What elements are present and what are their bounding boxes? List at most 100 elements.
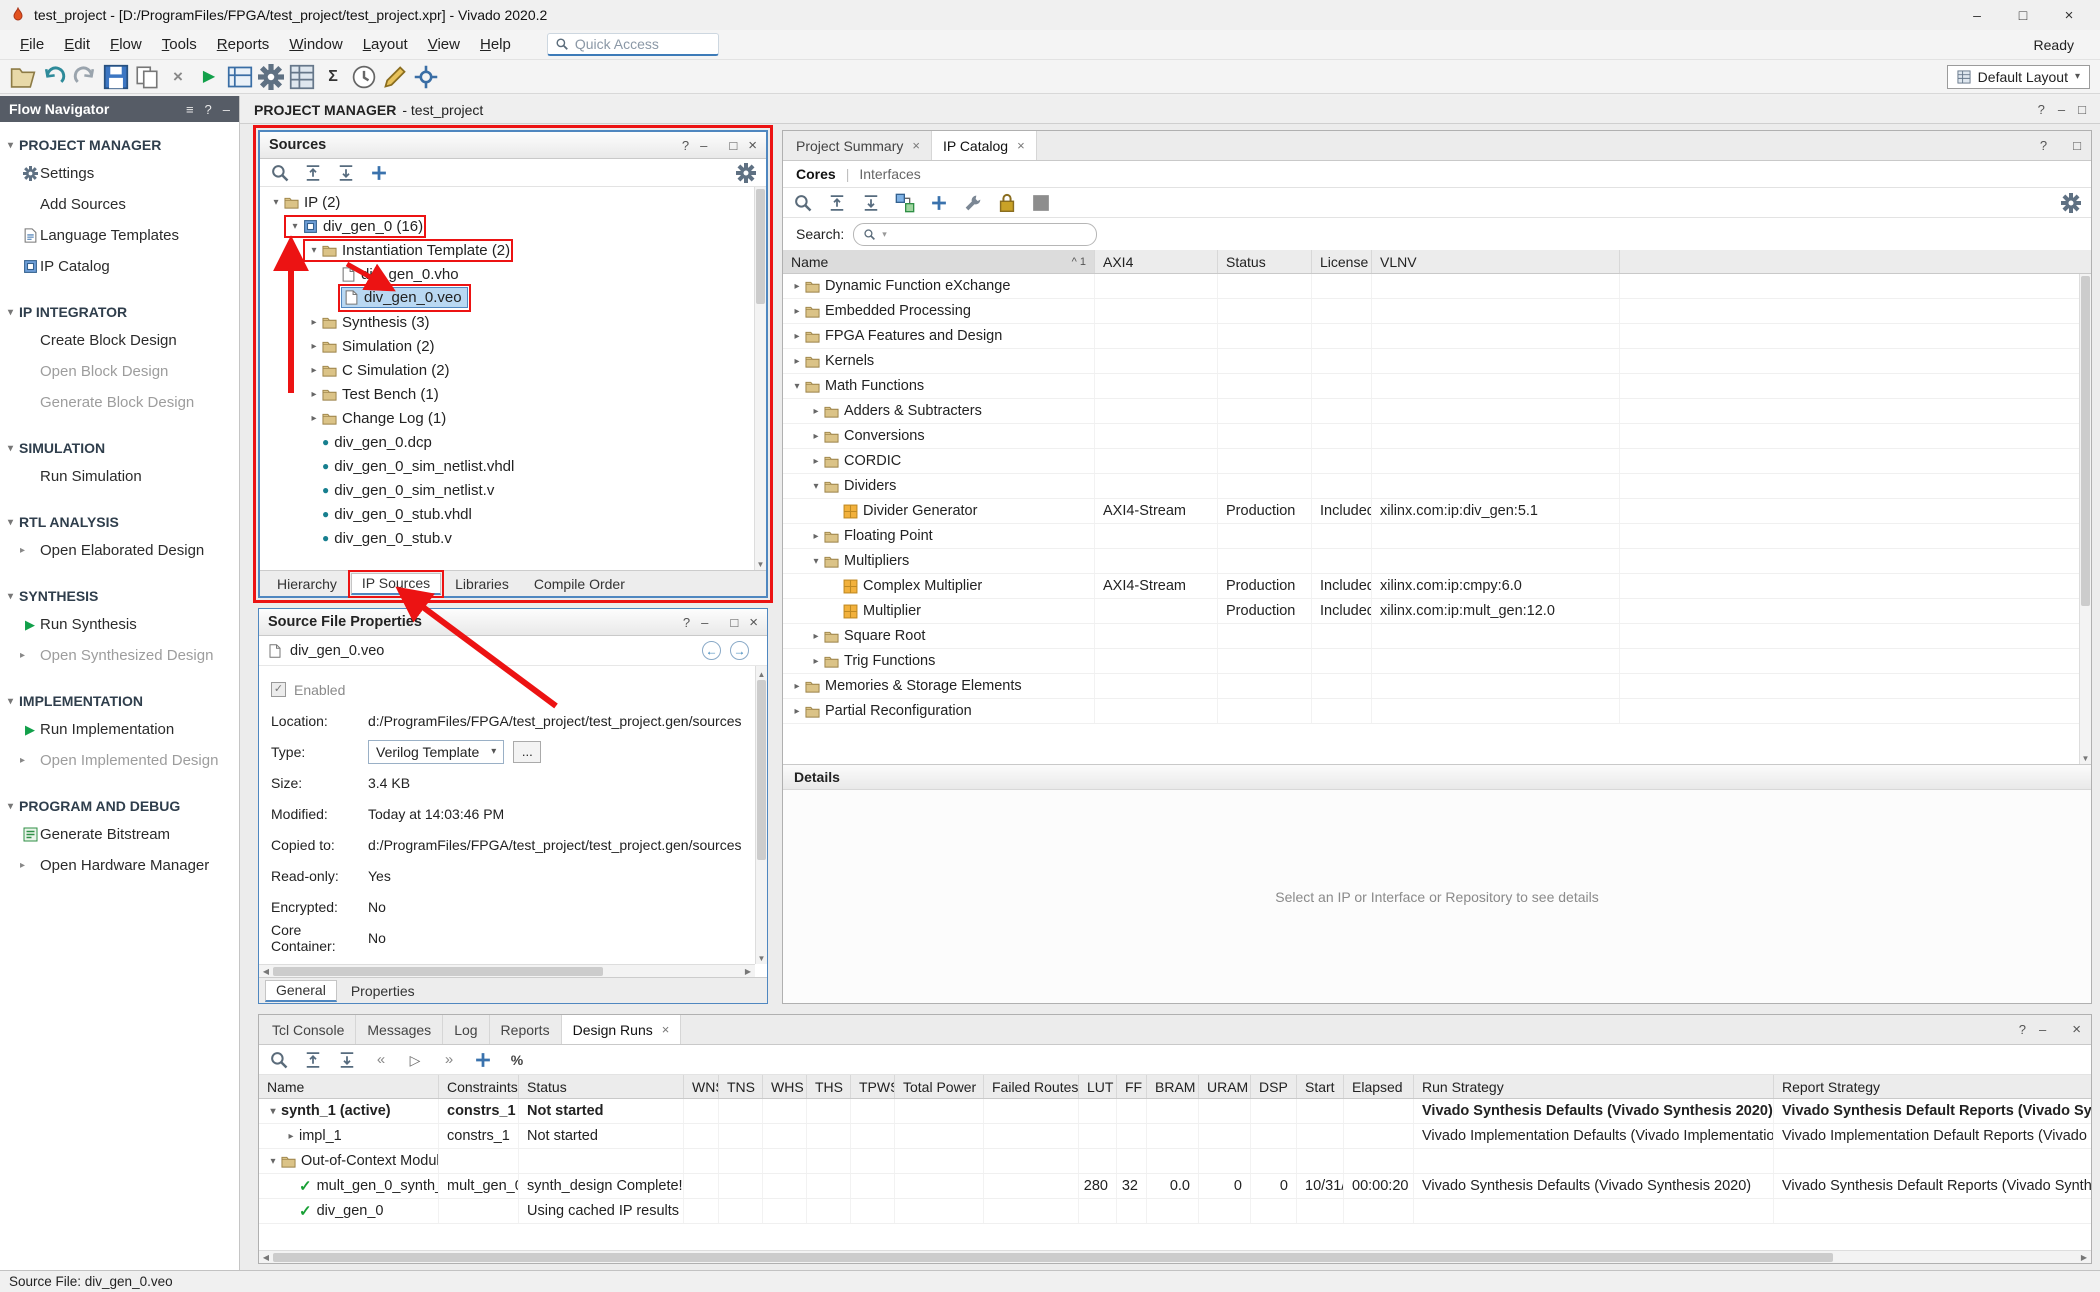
- column-header-bram[interactable]: BRAM: [1147, 1075, 1199, 1098]
- column-header-uram[interactable]: URAM: [1199, 1075, 1251, 1098]
- toolbar-close-x-button[interactable]: ×: [165, 64, 191, 90]
- column-header-tns[interactable]: TNS: [719, 1075, 763, 1098]
- ip-catalog-row-kernels[interactable]: ▸Kernels: [783, 349, 2091, 374]
- expander-open-icon[interactable]: ▾: [287, 221, 303, 232]
- maximize-icon[interactable]: □: [2078, 103, 2086, 116]
- flow-item-create-block-design[interactable]: Create Block Design: [0, 325, 239, 356]
- expander-closed-icon[interactable]: ▸: [789, 681, 805, 692]
- gear-icon[interactable]: [736, 163, 756, 183]
- expand-all-icon[interactable]: [337, 1050, 357, 1070]
- tree-row-div-gen-0[interactable]: ▾div_gen_0 (16): [260, 214, 766, 238]
- toolbar-clock-button[interactable]: [351, 64, 377, 90]
- ip-catalog-row-partial-reconfiguration[interactable]: ▸Partial Reconfiguration: [783, 699, 2091, 724]
- plus-icon[interactable]: [473, 1050, 493, 1070]
- column-header-tpws[interactable]: TPWS: [851, 1075, 895, 1098]
- selected-tree-item[interactable]: div_gen_0.veo: [341, 287, 468, 308]
- tree-row-div-gen-0-dcp[interactable]: ●div_gen_0.dcp: [260, 430, 766, 454]
- properties-tab-general[interactable]: General: [265, 980, 337, 1002]
- flow-section-header[interactable]: ▾PROGRAM AND DEBUG: [0, 793, 239, 819]
- close-icon[interactable]: ×: [912, 138, 920, 153]
- scroll-right-icon[interactable]: ▶: [743, 967, 753, 976]
- close-icon[interactable]: ×: [749, 615, 758, 630]
- toolbar-copy-button[interactable]: [134, 64, 160, 90]
- expander-open-icon[interactable]: ▾: [268, 197, 284, 208]
- scrollbar-thumb[interactable]: [273, 967, 603, 976]
- ip-catalog-row-multiplier[interactable]: MultiplierProductionIncludedxilinx.com:i…: [783, 599, 2091, 624]
- scroll-right-icon[interactable]: ▶: [2079, 1253, 2089, 1262]
- flow-item-settings[interactable]: Settings: [0, 158, 239, 189]
- minimize-icon[interactable]: –: [700, 138, 707, 153]
- subtab-interfaces[interactable]: Interfaces: [859, 166, 920, 182]
- collapse-all-icon[interactable]: [827, 193, 847, 213]
- design-run-row-mult-gen-0-synth-1[interactable]: ✓mult_gen_0_synth_1mult_gen_0synth_desig…: [259, 1174, 2091, 1199]
- column-header-status[interactable]: Status: [519, 1075, 684, 1098]
- window-close-button[interactable]: ×: [2048, 3, 2090, 27]
- flow-item-run-synthesis[interactable]: ▶Run Synthesis: [0, 609, 239, 640]
- help-icon[interactable]: ?: [2038, 103, 2045, 116]
- column-header-failed-routes[interactable]: Failed Routes: [984, 1075, 1079, 1098]
- tree-row-div-gen-0-stub-v[interactable]: ●div_gen_0_stub.v: [260, 526, 766, 550]
- search-icon[interactable]: [793, 193, 813, 213]
- ip-catalog-row-cordic[interactable]: ▸CORDIC: [783, 449, 2091, 474]
- scroll-down-icon[interactable]: ▼: [756, 951, 767, 963]
- tree-row-div-gen-0-sim-netlist-v[interactable]: ●div_gen_0_sim_netlist.v: [260, 478, 766, 502]
- expander-closed-icon[interactable]: ▸: [306, 413, 322, 424]
- tree-row-div-gen-0-veo[interactable]: div_gen_0.veo: [260, 286, 766, 310]
- help-icon[interactable]: ?: [2040, 139, 2047, 152]
- column-header-ff[interactable]: FF: [1117, 1075, 1147, 1098]
- expander-open-icon[interactable]: ▾: [789, 381, 805, 392]
- scroll-down-icon[interactable]: ▼: [755, 557, 766, 569]
- ip-catalog-row-square-root[interactable]: ▸Square Root: [783, 624, 2091, 649]
- browse-button[interactable]: ...: [513, 741, 541, 763]
- expander-open-icon[interactable]: ▾: [265, 1156, 281, 1167]
- sources-tab-libraries[interactable]: Libraries: [444, 573, 520, 595]
- flow-section-header[interactable]: ▾SYNTHESIS: [0, 583, 239, 609]
- collapse-all-icon[interactable]: [303, 1050, 323, 1070]
- ip-catalog-row-complex-multiplier[interactable]: Complex MultiplierAXI4-StreamProductionI…: [783, 574, 2091, 599]
- play-outline-icon[interactable]: ▷: [405, 1050, 425, 1070]
- scrollbar-thumb[interactable]: [757, 680, 766, 860]
- tree-row-instantiation-template[interactable]: ▾Instantiation Template (2): [260, 238, 766, 262]
- menu-edit[interactable]: Edit: [54, 33, 100, 56]
- console-tab-messages[interactable]: Messages: [356, 1015, 443, 1044]
- close-icon[interactable]: ×: [1017, 138, 1025, 153]
- plus-icon[interactable]: [929, 193, 949, 213]
- column-header-ths[interactable]: THS: [807, 1075, 851, 1098]
- lock-icon[interactable]: [997, 193, 1017, 213]
- horizontal-scrollbar[interactable]: ◀ ▶: [259, 1250, 2091, 1263]
- search-icon[interactable]: [270, 163, 290, 183]
- close-icon[interactable]: ×: [748, 138, 757, 153]
- properties-tab-properties[interactable]: Properties: [340, 980, 426, 1002]
- expander-open-icon[interactable]: ▾: [808, 481, 824, 492]
- toolbar-pencil-button[interactable]: [382, 64, 408, 90]
- tree-row-div-gen-0-vho[interactable]: div_gen_0.vho: [260, 262, 766, 286]
- toolbar-run-button[interactable]: ▶: [196, 64, 222, 90]
- window-maximize-button[interactable]: □: [2002, 3, 2044, 27]
- layout-select[interactable]: Default Layout ▾: [1947, 65, 2090, 89]
- expander-closed-icon[interactable]: ▸: [808, 431, 824, 442]
- expander-closed-icon[interactable]: ▸: [808, 631, 824, 642]
- document-tab-project-summary[interactable]: Project Summary×: [785, 131, 932, 160]
- ip-catalog-row-conversions[interactable]: ▸Conversions: [783, 424, 2091, 449]
- tree-row-div-gen-0-sim-netlist-vhdl[interactable]: ●div_gen_0_sim_netlist.vhdl: [260, 454, 766, 478]
- menu-icon[interactable]: ≡: [186, 103, 194, 116]
- expander-closed-icon[interactable]: ▸: [808, 531, 824, 542]
- toolbar-open-file-button[interactable]: [10, 64, 36, 90]
- toolbar-gear-button[interactable]: [258, 64, 284, 90]
- close-icon[interactable]: ×: [2072, 1022, 2081, 1037]
- expander-open-icon[interactable]: ▾: [808, 556, 824, 567]
- flow-item-generate-block-design[interactable]: Generate Block Design: [0, 387, 239, 418]
- expander-open-icon[interactable]: ▾: [265, 1106, 281, 1117]
- maximize-icon[interactable]: □: [729, 138, 737, 153]
- expander-closed-icon[interactable]: ▸: [789, 281, 805, 292]
- help-icon[interactable]: ?: [205, 103, 212, 116]
- tree-row-change-log[interactable]: ▸Change Log (1): [260, 406, 766, 430]
- ip-catalog-row-memories-storage-elements[interactable]: ▸Memories & Storage Elements: [783, 674, 2091, 699]
- window-minimize-button[interactable]: –: [1956, 3, 1998, 27]
- ip-catalog-row-divider-generator[interactable]: Divider GeneratorAXI4-StreamProductionIn…: [783, 499, 2091, 524]
- expander-closed-icon[interactable]: ▸: [808, 656, 824, 667]
- help-icon[interactable]: ?: [683, 615, 690, 630]
- toolbar-redo-button[interactable]: [72, 64, 98, 90]
- minimize-icon[interactable]: –: [2039, 1023, 2046, 1036]
- menu-window[interactable]: Window: [279, 33, 352, 56]
